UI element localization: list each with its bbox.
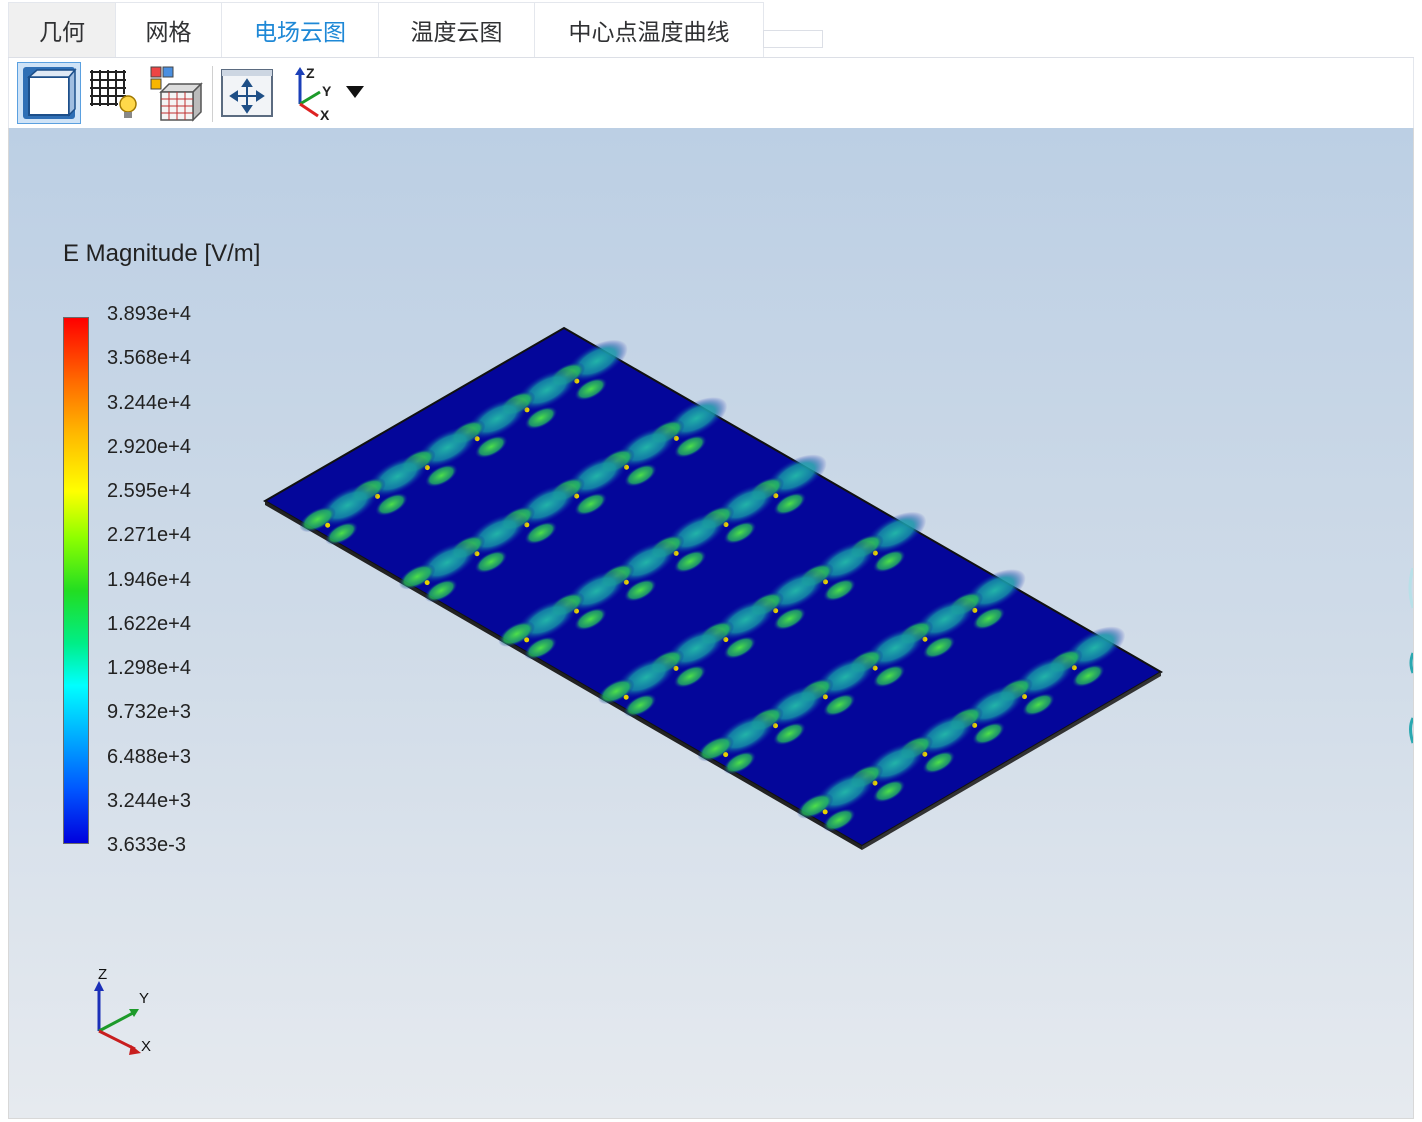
view-cube-button[interactable]	[17, 62, 81, 124]
field-plate	[263, 326, 1163, 850]
triad-y-label: Y	[139, 990, 149, 1007]
tab-mesh[interactable]: 网格	[116, 2, 222, 57]
axis-y-label: Y	[322, 83, 332, 99]
tab-bar: 几何 网格 电场云图 温度云图 中心点温度曲线	[8, 0, 1414, 58]
axis-x-label: X	[320, 107, 330, 122]
axis-z-label: Z	[306, 65, 315, 81]
toolbar-divider	[212, 66, 213, 122]
view-cube-icon	[23, 67, 77, 119]
triad-x-label: X	[141, 1038, 151, 1055]
edge-artifact	[1408, 568, 1413, 744]
triad-z-label: Z	[98, 966, 107, 983]
mesh-box-button[interactable]	[145, 62, 207, 124]
3d-viewport[interactable]: E Magnitude [V/m] 3.893e+4 3.568e+4 3.244e…	[8, 128, 1414, 1119]
tab-electric-field[interactable]: 电场云图	[222, 2, 379, 57]
mesh-box-icon	[150, 66, 203, 122]
tab-temperature[interactable]: 温度云图	[379, 2, 535, 57]
axis-triad: Z Y X	[94, 966, 151, 1055]
tab-overflow-box[interactable]	[763, 30, 823, 48]
chevron-down-icon	[346, 86, 364, 98]
mesh-bulb-icon	[90, 70, 137, 118]
tab-geometry[interactable]: 几何	[8, 2, 116, 57]
axes-triad-icon: Z Y X	[295, 65, 364, 122]
tab-center-temp-curve[interactable]: 中心点温度曲线	[535, 2, 764, 57]
viewer-toolbar: Z Y X	[8, 58, 1414, 128]
axes-view-dropdown[interactable]: Z Y X	[285, 62, 371, 124]
mesh-light-button[interactable]	[85, 62, 141, 124]
fit-view-button[interactable]	[219, 62, 275, 124]
fit-view-icon	[221, 69, 273, 117]
